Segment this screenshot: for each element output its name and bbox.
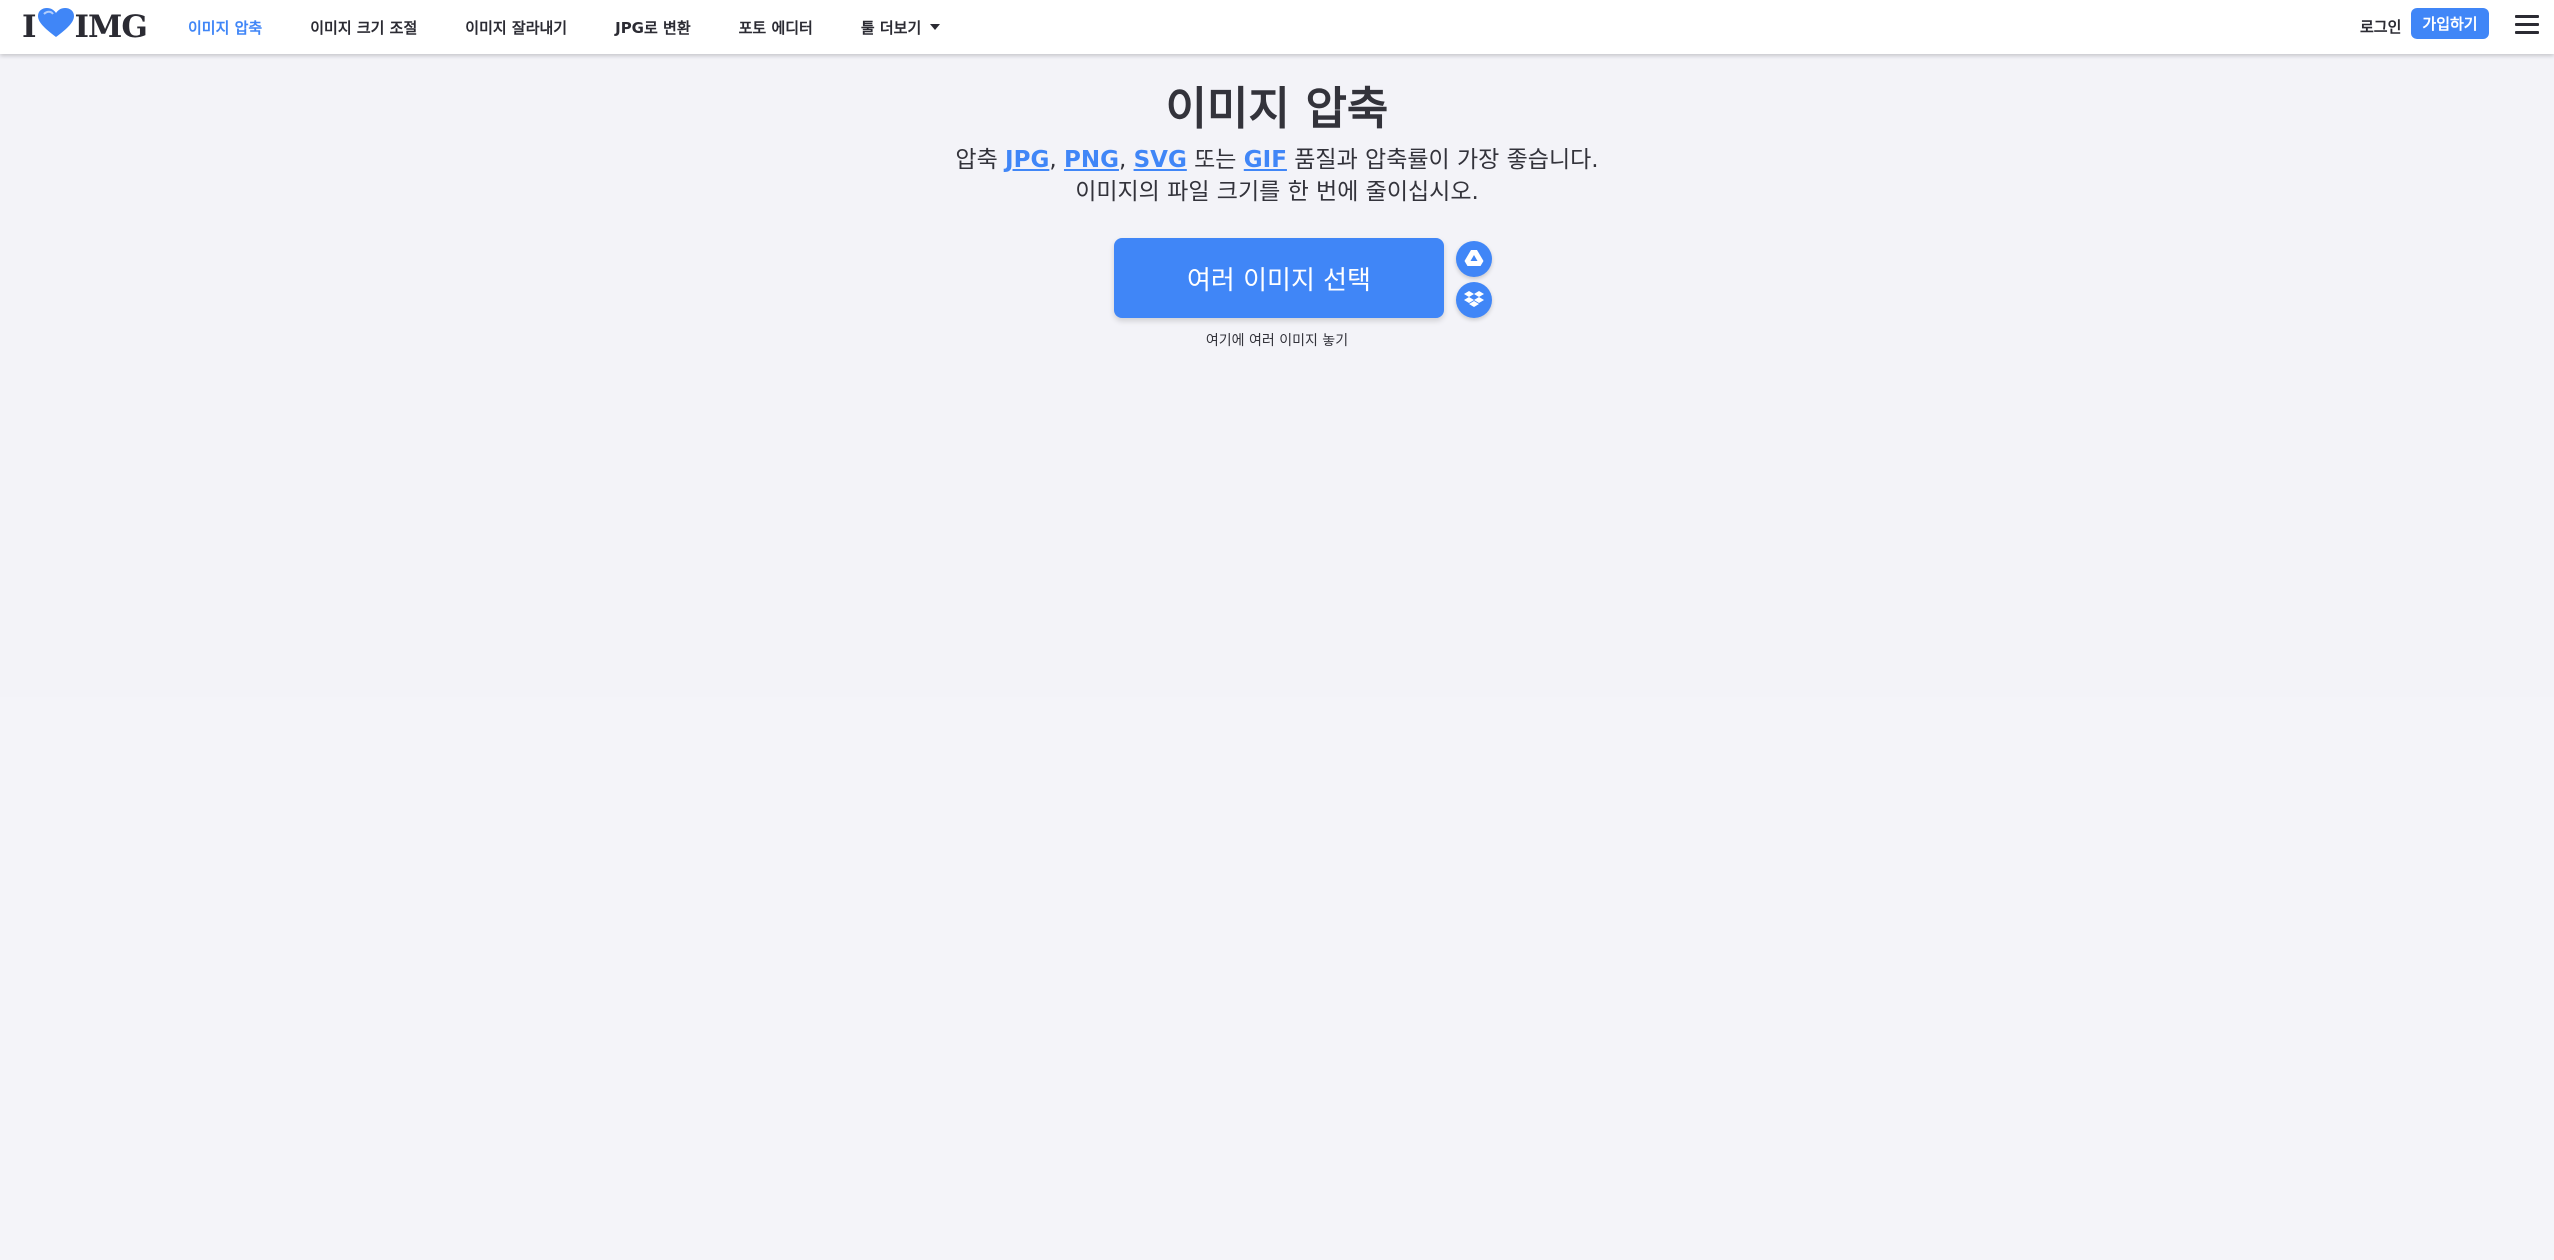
signup-button[interactable]: 가입하기: [2411, 8, 2489, 39]
login-link[interactable]: 로그인: [2360, 0, 2401, 54]
dropbox-button[interactable]: [1456, 282, 1492, 318]
format-separator: ,: [1118, 147, 1127, 173]
nav-item-label: 툴 더보기: [860, 18, 922, 37]
logo-suffix: IMG: [74, 9, 148, 45]
top-header: I IMG 이미지 압축 이미지 크기 조절 이미지 잘라내기 JPG로 변환 …: [0, 0, 2554, 54]
format-link-gif[interactable]: GIF: [1244, 147, 1287, 173]
nav-item-photo-editor[interactable]: 포토 에디터: [739, 17, 813, 38]
nav-item-label: 이미지 잘라내기: [465, 18, 568, 37]
main-nav: 이미지 압축 이미지 크기 조절 이미지 잘라내기 JPG로 변환 포토 에디터…: [188, 0, 988, 54]
format-separator: ,: [1049, 147, 1057, 173]
nav-item-label: 포토 에디터: [738, 18, 813, 37]
hamburger-menu-icon[interactable]: [2515, 14, 2539, 34]
nav-item-crop-image[interactable]: 이미지 잘라내기: [465, 17, 567, 38]
dropbox-icon: [1464, 290, 1484, 311]
caret-down-icon: [930, 24, 941, 30]
nav-item-convert-to-jpg[interactable]: JPG로 변환: [615, 17, 691, 38]
page-subtitle: 압축 JPG, PNG, SVG 또는 GIF 품질과 압축률이 가장 좋습니다…: [0, 144, 2554, 208]
nav-item-resize-image[interactable]: 이미지 크기 조절: [310, 17, 417, 38]
subtitle-suffix: 품질과 압축률이 가장 좋습니다.: [1294, 147, 1599, 173]
heart-icon: [37, 8, 74, 46]
format-link-png[interactable]: PNG: [1064, 147, 1119, 173]
nav-item-label: 이미지 압축: [188, 18, 263, 37]
google-drive-button[interactable]: [1456, 241, 1492, 277]
subtitle-conjunction: 또는: [1194, 147, 1237, 173]
nav-item-label: JPG로 변환: [615, 18, 691, 37]
nav-item-label: 이미지 크기 조절: [310, 18, 418, 37]
format-link-jpg[interactable]: JPG: [1005, 147, 1049, 173]
page-title: 이미지 압축: [1165, 82, 1389, 135]
drop-images-hint: 여기에 여러 이미지 놓기: [1205, 333, 1349, 349]
subtitle-line-2: 이미지의 파일 크기를 한 번에 줄이십시오.: [1075, 179, 1479, 205]
subtitle-prefix: 압축: [955, 147, 998, 173]
logo-prefix: I: [22, 9, 36, 45]
subtitle-line-1: 압축 JPG, PNG, SVG 또는 GIF 품질과 압축률이 가장 좋습니다…: [0, 144, 2554, 176]
format-link-svg[interactable]: SVG: [1134, 147, 1187, 173]
main-content: 이미지 압축 압축 JPG, PNG, SVG 또는 GIF 품질과 압축률이 …: [0, 54, 2554, 1260]
google-drive-icon: [1464, 249, 1484, 270]
select-images-button[interactable]: 여러 이미지 선택: [1114, 238, 1444, 318]
ilovetimg-logo[interactable]: I IMG: [22, 8, 148, 46]
nav-item-more-tools[interactable]: 툴 더보기: [860, 17, 941, 38]
nav-item-compress-image[interactable]: 이미지 압축: [188, 17, 262, 38]
